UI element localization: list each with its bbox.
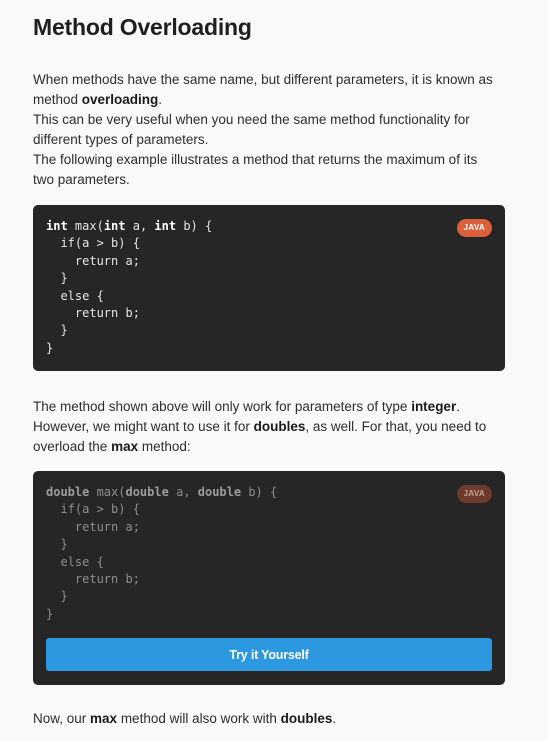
term-overloading: overloading (81, 92, 159, 107)
try-it-yourself-button[interactable]: Try it Yourself (46, 638, 492, 671)
outro-line-1: Now, our max method will also work with … (33, 711, 337, 726)
intro-line-5: The following example illustrates a meth… (33, 152, 478, 167)
language-badge: JAVA (456, 219, 492, 237)
intro-line-2: method overloading. (33, 92, 163, 107)
term-integer: integer (411, 399, 457, 414)
page-title: Method Overloading (33, 14, 252, 40)
middle-line-1: The method shown above will only work fo… (33, 399, 460, 414)
term-max: max (90, 711, 118, 726)
code-text[interactable]: int max(int a, int b) { if(a > b) { retu… (46, 218, 212, 357)
intro-line-1: When methods have the same name, but dif… (33, 72, 493, 87)
intro-line-4: different types of parameters. (33, 132, 209, 147)
term-max: max (111, 439, 139, 454)
middle-paragraph: The method shown above will only work fo… (33, 397, 508, 457)
code-block-int-max: JAVA int max(int a, int b) { if(a > b) {… (33, 205, 505, 371)
intro-paragraph: When methods have the same name, but dif… (33, 70, 508, 190)
outro-paragraph: Now, our max method will also work with … (33, 709, 508, 729)
term-doubles: doubles (280, 711, 333, 726)
term-doubles: doubles (253, 419, 306, 434)
intro-line-3: This can be very useful when you need th… (33, 112, 470, 127)
intro-line-6: two parameters. (33, 172, 130, 187)
code-block-double-max: JAVA double max(double a, double b) { if… (33, 471, 505, 685)
language-badge: JAVA (456, 485, 492, 503)
middle-line-3: overload the max method: (33, 439, 191, 454)
middle-line-2: However, we might want to use it for dou… (33, 419, 487, 434)
code-text[interactable]: double max(double a, double b) { if(a > … (46, 484, 277, 623)
